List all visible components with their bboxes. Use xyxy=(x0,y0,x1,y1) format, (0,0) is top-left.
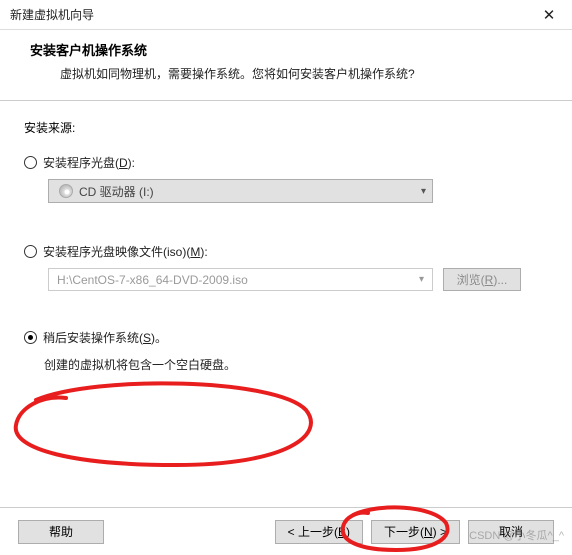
option-later-label: 稍后安装操作系统(S)。 xyxy=(43,329,167,346)
chevron-down-icon: ▾ xyxy=(421,186,426,197)
option-later-block: 稍后安装操作系统(S)。 创建的虚拟机将包含一个空白硬盘。 xyxy=(24,329,548,373)
option-later-desc: 创建的虚拟机将包含一个空白硬盘。 xyxy=(44,356,548,373)
chevron-down-icon: ▾ xyxy=(419,274,424,285)
browse-button: 浏览(R)... xyxy=(443,268,521,291)
drive-combo-text: CD 驱动器 (I:) xyxy=(79,183,421,200)
annotation-circle-option xyxy=(6,380,326,470)
disc-icon xyxy=(59,184,73,198)
footer-bar: 帮助 < 上一步(B) 下一步(N) > 取消 xyxy=(0,507,572,555)
window-title: 新建虚拟机向导 xyxy=(10,6,94,23)
option-iso[interactable]: 安装程序光盘映像文件(iso)(M): xyxy=(24,243,548,260)
cancel-button[interactable]: 取消 xyxy=(468,520,554,544)
iso-path-row: H:\CentOS-7-x86_64-DVD-2009.iso ▾ 浏览(R).… xyxy=(48,268,548,291)
help-button[interactable]: 帮助 xyxy=(18,520,104,544)
radio-icon-selected xyxy=(24,331,37,344)
next-button[interactable]: 下一步(N) > xyxy=(371,520,460,544)
close-button[interactable]: ✕ xyxy=(526,0,572,30)
drive-combo[interactable]: CD 驱动器 (I:) ▾ xyxy=(48,179,433,203)
header-heading: 安装客户机操作系统 xyxy=(30,40,552,59)
option-later[interactable]: 稍后安装操作系统(S)。 xyxy=(24,329,548,346)
option-iso-block: 安装程序光盘映像文件(iso)(M): H:\CentOS-7-x86_64-D… xyxy=(24,243,548,291)
option-iso-label: 安装程序光盘映像文件(iso)(M): xyxy=(43,243,208,260)
install-source-label: 安装来源: xyxy=(24,119,548,136)
close-icon: ✕ xyxy=(543,6,556,24)
header-subhead: 虚拟机如同物理机，需要操作系统。您将如何安装客户机操作系统? xyxy=(30,65,552,82)
content-area: 安装来源: 安装程序光盘(D): CD 驱动器 (I:) ▾ 安装程序光盘映像文… xyxy=(0,101,572,383)
option-disc[interactable]: 安装程序光盘(D): xyxy=(24,154,548,171)
radio-icon xyxy=(24,245,37,258)
back-button[interactable]: < 上一步(B) xyxy=(275,520,363,544)
iso-path-input[interactable]: H:\CentOS-7-x86_64-DVD-2009.iso ▾ xyxy=(48,268,433,291)
option-disc-block: 安装程序光盘(D): CD 驱动器 (I:) ▾ xyxy=(24,154,548,203)
wizard-header: 安装客户机操作系统 虚拟机如同物理机，需要操作系统。您将如何安装客户机操作系统? xyxy=(0,30,572,101)
iso-path-value: H:\CentOS-7-x86_64-DVD-2009.iso xyxy=(57,273,248,287)
titlebar: 新建虚拟机向导 ✕ xyxy=(0,0,572,30)
option-disc-label: 安装程序光盘(D): xyxy=(43,154,135,171)
radio-icon xyxy=(24,156,37,169)
